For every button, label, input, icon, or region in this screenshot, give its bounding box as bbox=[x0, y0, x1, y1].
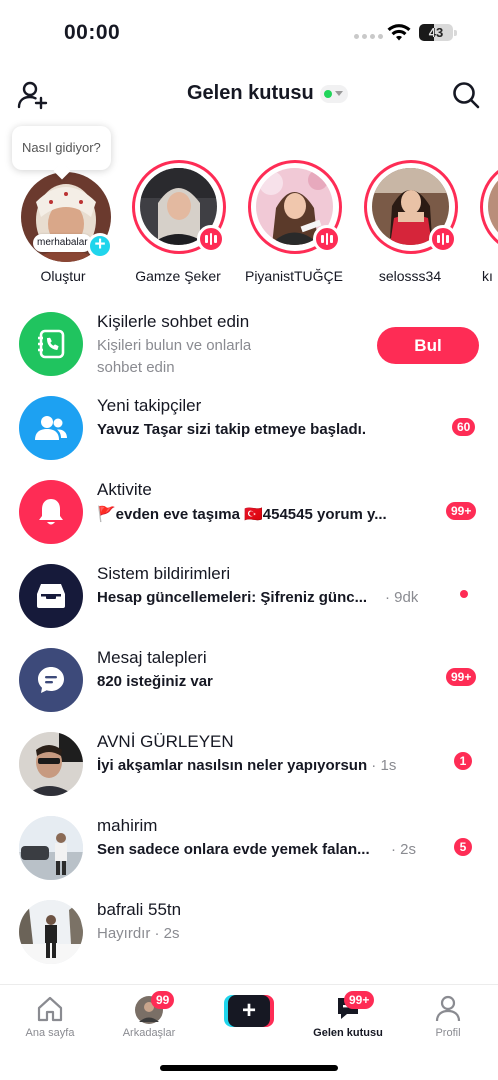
profile-icon bbox=[435, 995, 461, 1022]
row-subtitle: 🚩evden eve taşıma 🇹🇷454545 yorum y... bbox=[97, 506, 387, 523]
battery-icon: 43 bbox=[419, 24, 453, 41]
row-subtitle: İyi akşamlar nasılsın neler yapıyorsun ·… bbox=[97, 757, 396, 774]
message-preview: İyi akşamlar nasılsın neler yapıyorsun bbox=[97, 757, 368, 774]
inbox-count-badge: 99+ bbox=[344, 991, 375, 1009]
row-title: Yeni takipçiler bbox=[97, 396, 202, 415]
story-note-label: merhabalar bbox=[33, 234, 92, 252]
row-title: Kişilerle sohbet edin bbox=[97, 312, 250, 331]
unread-count-badge: 99+ bbox=[446, 668, 477, 686]
row-title: Aktivite bbox=[97, 480, 152, 499]
conversation-row[interactable]: mahirim Sen sadece onlara evde yemek fal… bbox=[0, 804, 498, 888]
status-bar: 00:00 43 bbox=[0, 0, 498, 60]
chat-bubble-icon bbox=[19, 648, 83, 712]
inbox-icon bbox=[19, 564, 83, 628]
search-icon[interactable] bbox=[451, 80, 481, 110]
cellular-signal-icon bbox=[354, 34, 383, 39]
live-audio-icon bbox=[429, 225, 457, 253]
home-indicator bbox=[160, 1065, 338, 1071]
row-title: bafrali 55tn bbox=[97, 900, 182, 919]
list-item-message-requests[interactable]: Mesaj talepleri 820 isteğiniz var 99+ bbox=[0, 636, 498, 720]
list-item-new-followers[interactable]: Yeni takipçiler Yavuz Taşar sizi takip e… bbox=[0, 384, 498, 468]
avatar bbox=[19, 816, 83, 880]
unread-count-badge: 99+ bbox=[446, 502, 477, 520]
tab-label: Arkadaşlar bbox=[122, 1027, 176, 1039]
row-timestamp: · 9dk bbox=[385, 589, 419, 606]
online-status-toggle[interactable] bbox=[319, 84, 348, 103]
row-subtitle-line2: sohbet edin bbox=[97, 359, 175, 376]
story-ring bbox=[248, 160, 342, 254]
row-timestamp: · 2s bbox=[150, 925, 180, 942]
story-name: selosss34 bbox=[378, 268, 442, 284]
story-ring bbox=[364, 160, 458, 254]
inbox-title-area[interactable]: Gelen kutusu bbox=[187, 82, 348, 105]
story-item[interactable]: PiyanistTUĞÇE bbox=[234, 160, 354, 290]
story-ring bbox=[132, 160, 226, 254]
row-subtitle: 820 isteğiniz var bbox=[97, 673, 213, 690]
unread-count-badge: 60 bbox=[452, 418, 476, 436]
story-name: Gamze Şeker bbox=[135, 268, 221, 284]
unread-count-badge: 1 bbox=[454, 752, 472, 770]
list-item-contacts[interactable]: Kişilerle sohbet edin Kişileri bulun ve … bbox=[0, 300, 498, 384]
tab-friends[interactable]: 99 Arkadaşlar bbox=[99, 991, 199, 1041]
plus-icon: + bbox=[228, 995, 270, 1027]
people-icon bbox=[19, 396, 83, 460]
story-item[interactable]: kı bbox=[466, 160, 498, 290]
battery-tip bbox=[454, 30, 457, 36]
row-title: Mesaj talepleri bbox=[97, 648, 207, 667]
story-note-tooltip[interactable]: Nasıl gidiyor? bbox=[12, 126, 111, 170]
unread-count-badge: 5 bbox=[454, 838, 472, 856]
conversation-row[interactable]: AVNİ GÜRLEYEN İyi akşamlar nasılsın nele… bbox=[0, 720, 498, 804]
tab-label: Gelen kutusu bbox=[313, 1027, 383, 1039]
avatar bbox=[19, 900, 83, 964]
add-story-plus-icon[interactable]: + bbox=[87, 233, 113, 259]
online-status-dot bbox=[324, 89, 333, 98]
bell-icon bbox=[19, 480, 83, 544]
story-ring bbox=[480, 160, 498, 254]
story-name: Oluştur bbox=[40, 268, 86, 284]
row-subtitle: Hesap güncellemeleri: Şifreniz günc... bbox=[97, 589, 368, 606]
row-timestamp: · 2s bbox=[391, 841, 417, 858]
add-friend-icon[interactable] bbox=[16, 80, 48, 110]
row-subtitle: Yavuz Taşar sizi takip etmeye başladı. bbox=[97, 421, 367, 438]
row-timestamp: · 1s bbox=[367, 757, 397, 774]
tab-label: Profil bbox=[435, 1027, 461, 1039]
find-contacts-button[interactable]: Bul bbox=[377, 327, 479, 364]
tab-profile[interactable]: Profil bbox=[398, 991, 498, 1041]
live-audio-icon bbox=[197, 225, 225, 253]
stories-row: merhabalar + Oluştur Gamze Şeker Piyanis… bbox=[0, 160, 498, 300]
row-title: Sistem bildirimleri bbox=[97, 564, 231, 583]
story-name: kı bbox=[482, 268, 493, 284]
row-subtitle: Hayırdır · 2s bbox=[97, 925, 180, 942]
tab-inbox[interactable]: 99+ Gelen kutusu bbox=[298, 991, 398, 1041]
row-title: mahirim bbox=[97, 816, 158, 835]
avatar bbox=[488, 168, 498, 245]
list-item-system-notifications[interactable]: Sistem bildirimleri Hesap güncellemeleri… bbox=[0, 552, 498, 636]
row-title: AVNİ GÜRLEYEN bbox=[97, 732, 234, 751]
story-name: PiyanistTUĞÇE bbox=[244, 268, 344, 284]
story-create[interactable]: merhabalar + Oluştur bbox=[3, 160, 123, 290]
chevron-down-icon bbox=[335, 91, 344, 96]
avatar bbox=[19, 732, 83, 796]
home-icon bbox=[37, 996, 63, 1022]
live-audio-icon bbox=[313, 225, 341, 253]
status-time: 00:00 bbox=[64, 21, 121, 44]
battery-percent: 43 bbox=[428, 25, 444, 40]
tab-label: Ana sayfa bbox=[25, 1027, 75, 1039]
story-item[interactable]: Gamze Şeker bbox=[118, 160, 238, 290]
friends-count-badge: 99 bbox=[151, 991, 175, 1009]
unread-dot bbox=[460, 590, 468, 598]
list-item-activity[interactable]: Aktivite 🚩evden eve taşıma 🇹🇷454545 yoru… bbox=[0, 468, 498, 552]
message-preview: Hayırdır bbox=[97, 925, 151, 942]
row-subtitle: Kişileri bulun ve onlarla bbox=[97, 337, 252, 354]
conversation-row[interactable]: bafrali 55tn Hayırdır · 2s bbox=[0, 888, 498, 972]
page-title: Gelen kutusu bbox=[187, 82, 314, 104]
inbox-header: Gelen kutusu bbox=[0, 70, 498, 118]
wifi-icon bbox=[387, 24, 411, 41]
create-post-button[interactable]: + bbox=[224, 995, 274, 1027]
tab-home[interactable]: Ana sayfa bbox=[0, 991, 100, 1041]
story-item[interactable]: selosss34 bbox=[350, 160, 470, 290]
phone-book-icon bbox=[19, 312, 83, 376]
message-preview: Sen sadece onlara evde yemek falan... bbox=[97, 841, 370, 858]
